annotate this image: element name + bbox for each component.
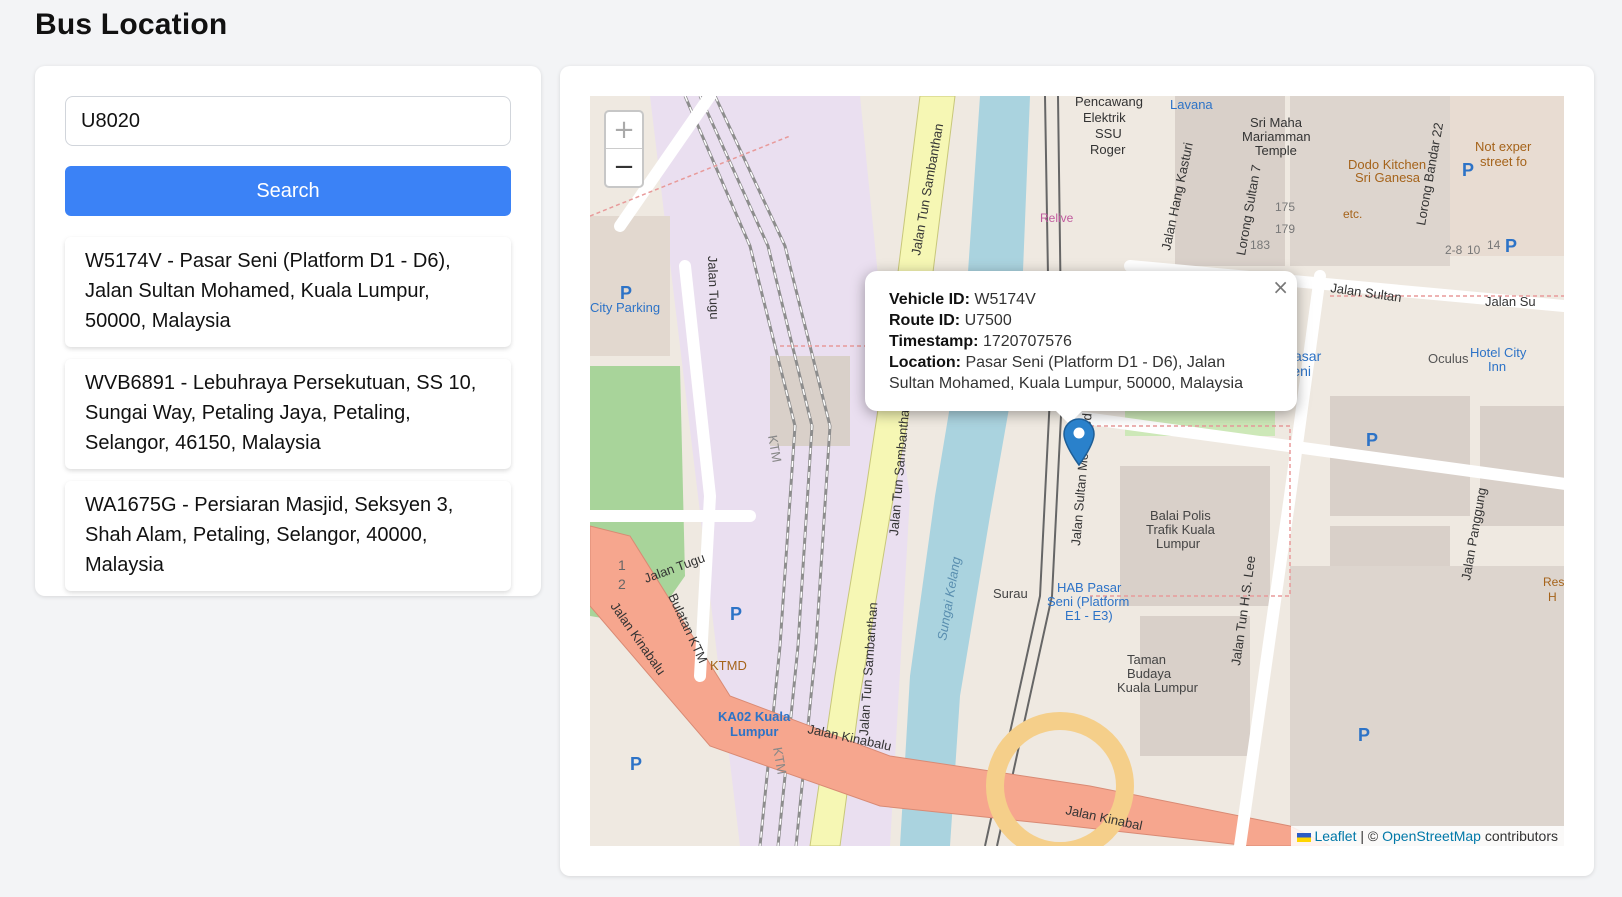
ukraine-flag-icon [1297,832,1312,842]
map-marker-icon[interactable] [1063,418,1095,466]
search-input[interactable] [65,96,511,146]
popup-route-label: Route ID: [889,312,961,329]
attribution-separator: | © [1356,828,1383,844]
leaflet-link[interactable]: Leaflet [1314,828,1356,844]
map-tiles [590,96,1564,846]
popup-timestamp-label: Timestamp: [889,333,979,350]
popup-vehicle-value: W5174V [974,291,1036,308]
popup-route-value: U7500 [964,312,1012,329]
popup-timestamp-row: Timestamp: 1720707576 [889,331,1273,352]
map-attribution: Leaflet | © OpenStreetMap contributors [1291,826,1564,846]
zoom-out-button[interactable]: − [606,149,642,186]
search-panel: Search W5174V - Pasar Seni (Platform D1 … [35,66,541,596]
map-panel: Pencawang Elektrik SSU Roger Lavana Sri … [560,66,1594,876]
zoom-control: + − [604,110,644,188]
map[interactable]: Pencawang Elektrik SSU Roger Lavana Sri … [590,96,1564,846]
popup-location-label: Location: [889,354,961,371]
attribution-suffix: contributors [1480,828,1558,844]
result-item-wvb6891[interactable]: WVB6891 - Lebuhraya Persekutuan, SS 10, … [65,359,511,469]
result-list: W5174V - Pasar Seni (Platform D1 - D6), … [65,237,511,603]
result-item-w5174v[interactable]: W5174V - Pasar Seni (Platform D1 - D6), … [65,237,511,347]
popup-timestamp-value: 1720707576 [982,333,1072,350]
page-title: Bus Location [35,8,228,41]
zoom-in-button[interactable]: + [606,112,642,149]
result-item-wa1675g[interactable]: WA1675G - Persiaran Masjid, Seksyen 3, S… [65,481,511,591]
popup-location-row: Location: Pasar Seni (Platform D1 - D6),… [889,352,1273,394]
popup-vehicle-label: Vehicle ID: [889,291,970,308]
popup-route-row: Route ID: U7500 [889,310,1273,331]
vehicle-popup: × Vehicle ID: W5174V Route ID: U7500 Tim… [865,271,1297,411]
search-button[interactable]: Search [65,166,511,216]
osm-link[interactable]: OpenStreetMap [1382,828,1481,844]
close-icon[interactable]: × [1272,277,1289,298]
popup-vehicle-row: Vehicle ID: W5174V [889,289,1273,310]
